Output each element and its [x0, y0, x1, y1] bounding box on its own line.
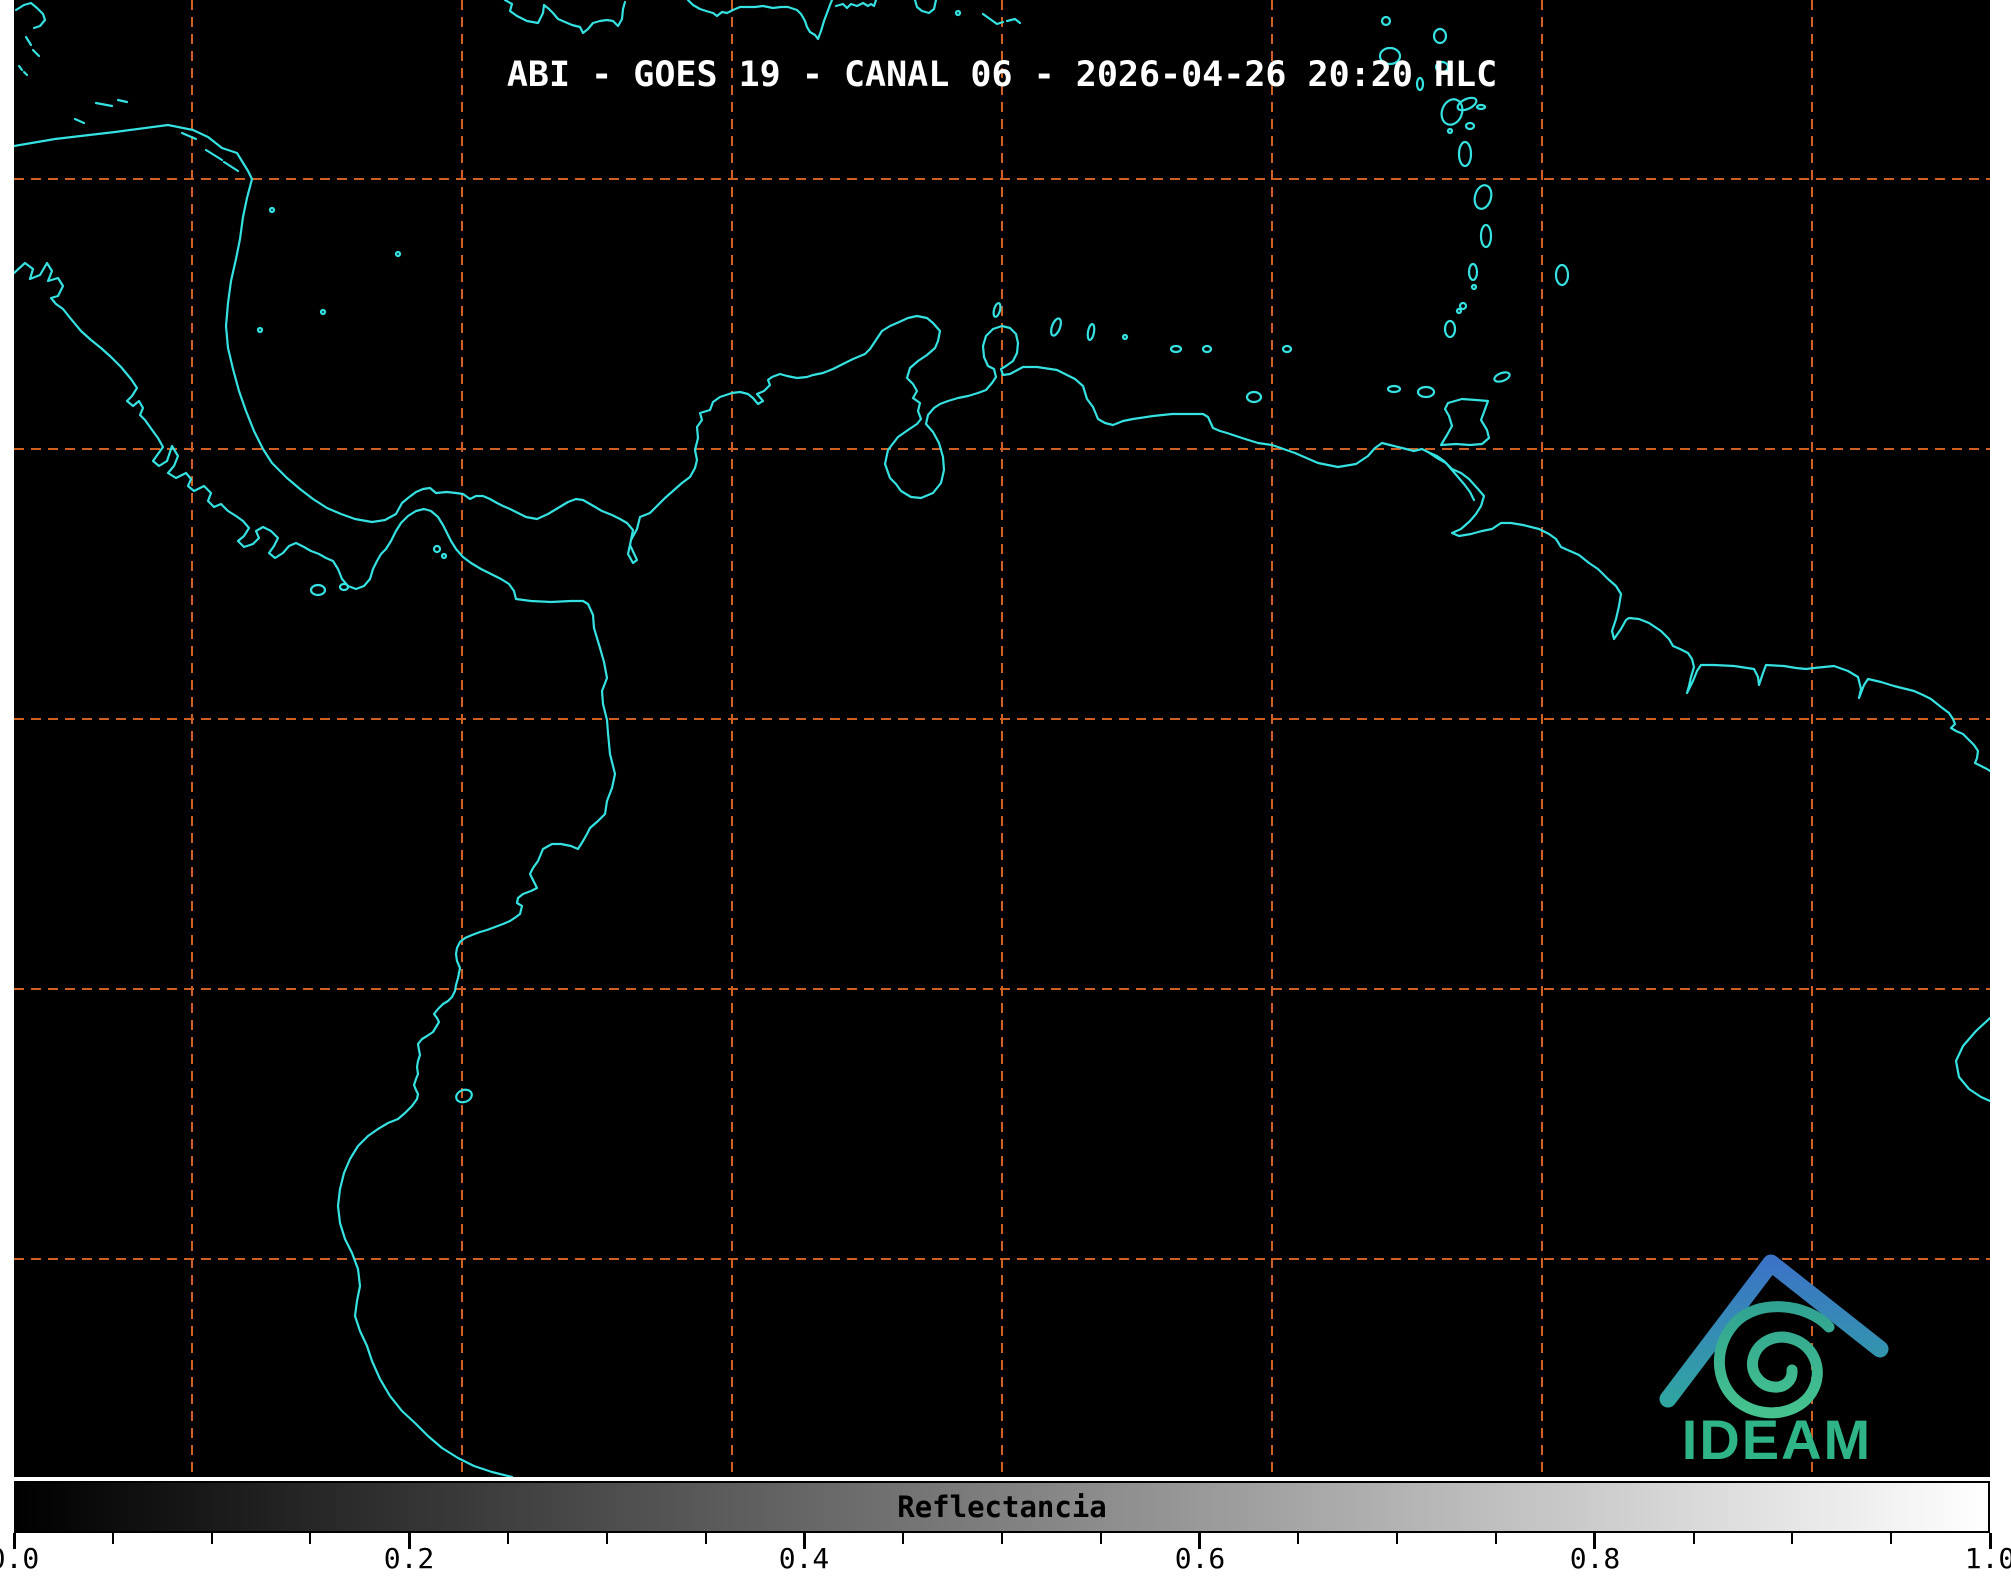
reflectance-colorbar: Reflectancia — [14, 1481, 1990, 1533]
colorbar-minor-tick — [605, 1533, 608, 1544]
satellite-map-canvas: IDEAM — [14, 0, 1990, 1477]
colorbar-tick-label: 0.8 — [1569, 1542, 1621, 1575]
colorbar-minor-tick — [1890, 1533, 1893, 1544]
colorbar-tick-label: 0.6 — [1174, 1542, 1226, 1575]
colorbar-minor-tick — [111, 1533, 114, 1544]
colorbar-minor-tick — [1001, 1533, 1003, 1544]
colorbar-minor-tick — [309, 1533, 312, 1544]
logo-wordmark: IDEAM — [1682, 1408, 1872, 1471]
product-title: ABI - GOES 19 - CANAL 06 - 2026-04-26 20… — [506, 55, 1498, 95]
satellite-product-frame: IDEAM ABI - GOES 19 - CANAL 06 - 2026-04… — [0, 0, 2011, 1577]
colorbar-minor-tick — [507, 1533, 509, 1544]
colorbar-minor-tick — [1099, 1533, 1102, 1544]
colorbar-minor-tick — [1692, 1533, 1695, 1544]
colorbar-minor-tick — [704, 1533, 707, 1544]
colorbar-tick-label: 0.0 — [0, 1542, 40, 1575]
colorbar-minor-tick — [902, 1533, 905, 1544]
colorbar-tick-label: 1.0 — [1964, 1542, 2011, 1575]
colorbar-tick-label: 0.4 — [778, 1542, 830, 1575]
colorbar-minor-tick — [1396, 1533, 1399, 1544]
colorbar-minor-tick — [1791, 1533, 1794, 1544]
colorbar-tick-label: 0.2 — [383, 1542, 435, 1575]
colorbar-minor-tick — [210, 1533, 213, 1544]
colorbar-label: Reflectancia — [897, 1490, 1107, 1524]
colorbar-minor-tick — [1495, 1533, 1497, 1544]
colorbar-minor-tick — [1297, 1533, 1300, 1544]
